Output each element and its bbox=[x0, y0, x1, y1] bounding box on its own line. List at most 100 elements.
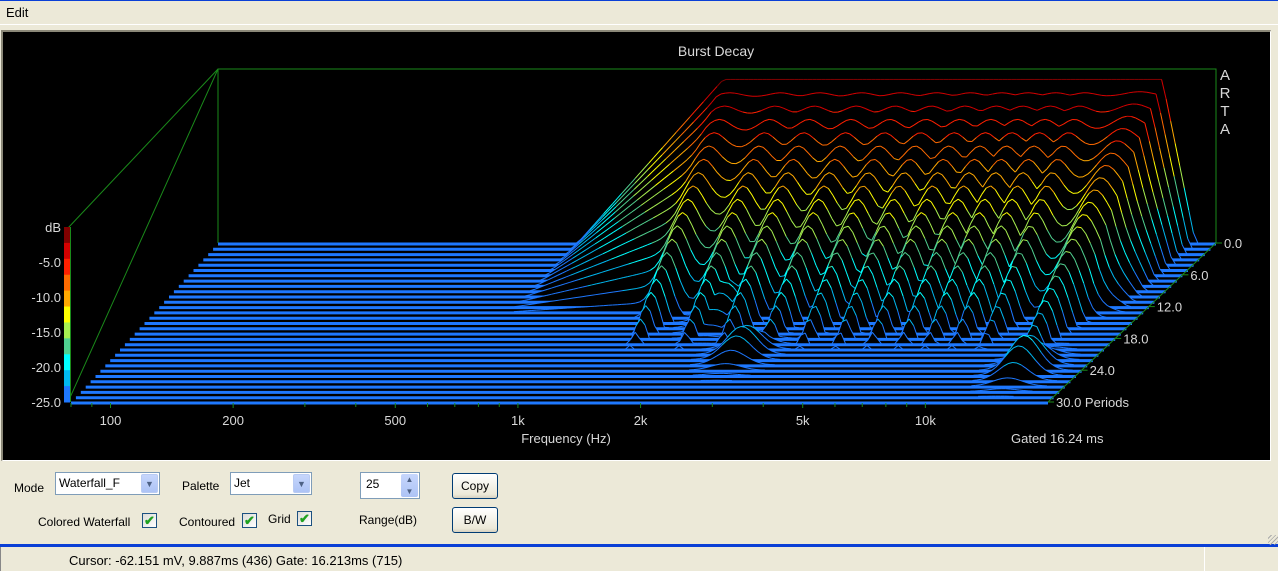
slice-segment bbox=[855, 105, 861, 108]
contoured-checkbox[interactable]: ✔ bbox=[242, 513, 257, 528]
slice-segment bbox=[938, 92, 944, 94]
colorbar-swatch bbox=[64, 290, 70, 308]
slice-segment bbox=[577, 296, 583, 298]
colorbar-swatch bbox=[64, 306, 70, 323]
watermark-letter: T bbox=[1220, 103, 1229, 120]
slice-segment bbox=[805, 118, 810, 121]
slice-segment bbox=[988, 363, 994, 365]
slice-segment bbox=[613, 290, 619, 293]
copy-button[interactable]: Copy bbox=[452, 473, 498, 499]
slice-segment bbox=[1070, 358, 1075, 360]
slice-segment bbox=[902, 92, 907, 94]
colorbar-swatch bbox=[64, 322, 70, 339]
spin-down-icon[interactable]: ▼ bbox=[401, 486, 418, 497]
slice-segment bbox=[541, 301, 547, 304]
x-axis-label: Frequency (Hz) bbox=[521, 431, 611, 446]
x-tick-label: 500 bbox=[384, 413, 406, 428]
slice-segment bbox=[801, 209, 806, 212]
slice-segment bbox=[1044, 185, 1050, 188]
range-value[interactable]: 25 bbox=[366, 477, 379, 491]
slice-segment bbox=[774, 105, 780, 108]
slice-segment bbox=[704, 246, 710, 249]
slice-segment bbox=[923, 264, 929, 267]
palette-label: Palette bbox=[182, 479, 220, 493]
watermark-letter: R bbox=[1220, 85, 1231, 102]
slice-segment bbox=[545, 300, 551, 303]
slice-segment bbox=[699, 263, 705, 266]
slice-segment bbox=[630, 302, 636, 305]
grid-checkbox[interactable]: ✔ bbox=[297, 511, 312, 526]
slice-segment bbox=[929, 248, 934, 251]
colorbar-swatch bbox=[64, 386, 70, 403]
waterfall-plot[interactable]: dB -5.0 -10.0 -15.0 -20.0 -25.0 100 200 500 1k 2k 5… bbox=[1, 30, 1271, 461]
z-tick-label: -25.0 bbox=[31, 395, 61, 410]
slice-segment bbox=[912, 145, 917, 148]
mode-value: Waterfall_F bbox=[59, 476, 120, 490]
slice-segment bbox=[532, 302, 538, 305]
slice-segment bbox=[881, 132, 887, 134]
slice-segment bbox=[1012, 361, 1018, 364]
waterfall-slice bbox=[80, 388, 1060, 395]
slice-segment bbox=[710, 229, 715, 232]
slice-segment bbox=[975, 384, 981, 386]
slice-segment bbox=[876, 145, 881, 148]
range-label: Range(dB) bbox=[359, 513, 418, 527]
slice-segment bbox=[1128, 91, 1134, 94]
x-tick-label: 10k bbox=[915, 413, 936, 428]
status-text: Cursor: -62.151 mV, 9.887ms (436) Gate: … bbox=[69, 553, 403, 568]
colored-waterfall-checkbox[interactable]: ✔ bbox=[142, 513, 157, 528]
arta-watermark: ARTA bbox=[1220, 67, 1231, 138]
slice-segment bbox=[1098, 177, 1104, 179]
colorbar-swatch bbox=[64, 258, 70, 276]
y-tick-label: 30.0 Periods bbox=[1056, 395, 1129, 410]
checkmark-icon: ✔ bbox=[144, 513, 155, 528]
slice-segment bbox=[795, 226, 801, 228]
colorbar-swatch bbox=[64, 354, 70, 371]
menu-edit[interactable]: Edit bbox=[6, 5, 28, 20]
slice-segment bbox=[581, 295, 587, 298]
colorbar-swatch bbox=[64, 227, 70, 244]
spin-up-icon[interactable]: ▲ bbox=[401, 474, 418, 485]
x-tick-label: 5k bbox=[796, 413, 810, 428]
slice-segment bbox=[783, 336, 789, 339]
bw-button[interactable]: B/W bbox=[452, 507, 498, 533]
slice-segment bbox=[1104, 164, 1110, 167]
colorbar-swatch bbox=[64, 338, 70, 355]
waterfall-slice bbox=[75, 395, 1054, 400]
chevron-down-icon[interactable]: ▼ bbox=[141, 474, 158, 493]
slice-segment bbox=[991, 105, 997, 108]
slice-segment bbox=[676, 331, 682, 333]
status-bar: Cursor: -62.151 mV, 9.887ms (436) Gate: … bbox=[0, 535, 1278, 571]
slice-segment bbox=[559, 298, 565, 301]
slice-segment bbox=[934, 233, 940, 236]
slice-segment bbox=[1048, 379, 1053, 381]
chevron-down-icon[interactable]: ▼ bbox=[293, 474, 310, 493]
slice-segment bbox=[977, 373, 983, 376]
resize-grip-icon[interactable] bbox=[1268, 535, 1278, 545]
slice-segment bbox=[910, 110, 915, 113]
slice-segment bbox=[626, 288, 632, 291]
slice-segment bbox=[700, 352, 706, 355]
mode-label: Mode bbox=[14, 481, 45, 495]
menu-bar: Edit bbox=[0, 1, 1278, 25]
mode-select[interactable]: Waterfall_F ▼ bbox=[55, 472, 160, 495]
slice-segment bbox=[718, 292, 724, 295]
slice-segment bbox=[572, 296, 578, 299]
slice-segment bbox=[586, 294, 592, 297]
palette-select[interactable]: Jet ▼ bbox=[230, 472, 312, 495]
slice-segment bbox=[568, 297, 574, 300]
slice-segment bbox=[595, 293, 601, 296]
y-tick-label: 18.0 bbox=[1123, 331, 1148, 346]
control-panel: Mode Waterfall_F ▼ Palette Jet ▼ 25 ▲ ▼ … bbox=[0, 462, 1278, 544]
slice-segment bbox=[868, 127, 874, 129]
range-spinner[interactable]: 25 ▲ ▼ bbox=[360, 472, 420, 499]
slice-segment bbox=[790, 242, 796, 245]
slice-segment bbox=[1039, 199, 1044, 201]
x-tick-label: 2k bbox=[634, 413, 648, 428]
slice-segment bbox=[694, 363, 699, 365]
contoured-label: Contoured bbox=[179, 515, 236, 529]
z-tick-label: -10.0 bbox=[31, 290, 61, 305]
slice-segment bbox=[622, 289, 628, 292]
z-tick-label: -15.0 bbox=[31, 325, 61, 340]
grid-label: Grid bbox=[268, 512, 291, 526]
